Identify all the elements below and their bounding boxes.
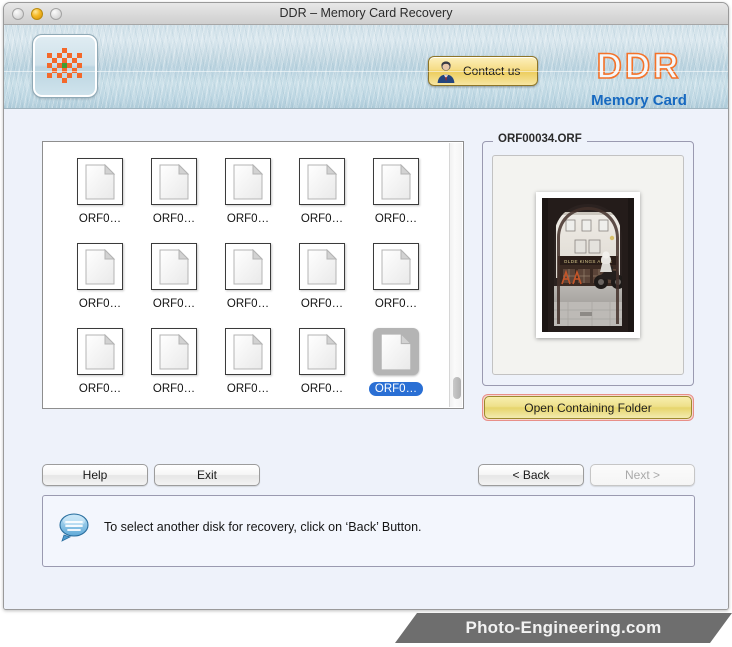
- file-document-icon: [299, 158, 345, 205]
- file-document-icon: [151, 328, 197, 375]
- file-item[interactable]: ORF0…: [211, 328, 285, 408]
- preview-photo: OLDE KINGS ARMS: [542, 198, 634, 332]
- next-button: Next >: [590, 464, 695, 486]
- file-item-selected[interactable]: ORF0…: [359, 328, 433, 408]
- file-item-label: ORF0…: [78, 213, 122, 225]
- file-item-label: ORF0…: [300, 213, 344, 225]
- file-item-label: ORF0…: [226, 213, 270, 225]
- application-window: DDR – Memory Card Recovery Contact us DD…: [3, 2, 729, 610]
- file-item[interactable]: ORF0…: [137, 243, 211, 328]
- file-grid[interactable]: ORF0… ORF0… ORF0… ORF0… ORF0… ORF0… ORF0…: [43, 142, 449, 408]
- brand-subtitle: Memory Card: [591, 92, 687, 109]
- file-item[interactable]: ORF0…: [285, 243, 359, 328]
- file-item-label: ORF0…: [152, 298, 196, 310]
- file-item[interactable]: ORF0…: [211, 158, 285, 243]
- watermark-text: Photo-Engineering.com: [465, 618, 662, 637]
- file-item-label: ORF0…: [152, 213, 196, 225]
- app-root: DDR – Memory Card Recovery Contact us DD…: [0, 0, 732, 647]
- brand-logo: DDR Memory Card: [564, 47, 714, 109]
- file-item[interactable]: ORF0…: [359, 243, 433, 328]
- open-containing-folder-focus-ring: Open Containing Folder: [482, 394, 694, 421]
- file-document-icon: [225, 158, 271, 205]
- file-item[interactable]: ORF0…: [359, 158, 433, 243]
- file-item[interactable]: ORF0…: [137, 328, 211, 408]
- preview-area: OLDE KINGS ARMS: [492, 155, 684, 375]
- file-item[interactable]: ORF0…: [63, 328, 137, 408]
- file-document-icon: [373, 158, 419, 205]
- file-item-label: ORF0…: [78, 383, 122, 395]
- file-item-label: ORF0…: [152, 383, 196, 395]
- speech-bubble-icon: [59, 513, 89, 542]
- preview-group: ORF00034.ORF OLDE KINGS ARMS: [482, 133, 694, 386]
- file-document-icon: [77, 158, 123, 205]
- watermark-banner: Photo-Engineering.com: [395, 613, 732, 643]
- file-document-icon: [373, 243, 419, 290]
- contact-us-label: Contact us: [463, 64, 521, 78]
- open-containing-folder-button[interactable]: Open Containing Folder: [484, 396, 692, 419]
- file-item[interactable]: ORF0…: [137, 158, 211, 243]
- file-list-panel: ORF0… ORF0… ORF0… ORF0… ORF0… ORF0… ORF0…: [42, 141, 464, 409]
- file-item-label: ORF0…: [300, 298, 344, 310]
- status-panel: To select another disk for recovery, cli…: [42, 495, 695, 567]
- file-item[interactable]: ORF0…: [285, 328, 359, 408]
- file-item[interactable]: ORF0…: [285, 158, 359, 243]
- back-button[interactable]: < Back: [478, 464, 584, 486]
- file-list-scrollbar[interactable]: [449, 143, 462, 407]
- file-item-label: ORF0…: [368, 382, 424, 396]
- file-item[interactable]: ORF0…: [63, 243, 137, 328]
- file-item-label: ORF0…: [300, 383, 344, 395]
- file-document-icon: [373, 328, 419, 375]
- file-item-label: ORF0…: [78, 298, 122, 310]
- file-item-label: ORF0…: [226, 383, 270, 395]
- file-document-icon: [151, 158, 197, 205]
- brand-name: DDR: [596, 47, 682, 86]
- file-document-icon: [77, 243, 123, 290]
- contact-us-button[interactable]: Contact us: [428, 56, 538, 86]
- file-document-icon: [77, 328, 123, 375]
- file-item[interactable]: ORF0…: [63, 158, 137, 243]
- app-logo: [32, 34, 98, 98]
- scrollbar-thumb[interactable]: [453, 377, 461, 399]
- person-avatar-icon: [437, 61, 455, 83]
- photo-frame: OLDE KINGS ARMS: [536, 192, 640, 338]
- file-document-icon: [225, 328, 271, 375]
- header-banner: Contact us DDR Memory Card: [4, 25, 728, 109]
- window-titlebar: DDR – Memory Card Recovery: [4, 3, 728, 25]
- exit-button[interactable]: Exit: [154, 464, 260, 486]
- file-document-icon: [299, 243, 345, 290]
- memory-card-pattern-icon: [47, 48, 82, 83]
- file-document-icon: [299, 328, 345, 375]
- file-document-icon: [151, 243, 197, 290]
- file-item-label: ORF0…: [374, 298, 418, 310]
- file-document-icon: [225, 243, 271, 290]
- main-content: ORF0… ORF0… ORF0… ORF0… ORF0… ORF0… ORF0…: [4, 109, 728, 609]
- help-button[interactable]: Help: [42, 464, 148, 486]
- file-item-label: ORF0…: [374, 213, 418, 225]
- file-item-label: ORF0…: [226, 298, 270, 310]
- window-title: DDR – Memory Card Recovery: [279, 6, 453, 20]
- status-message: To select another disk for recovery, cli…: [104, 520, 422, 534]
- file-item[interactable]: ORF0…: [211, 243, 285, 328]
- preview-filename: ORF00034.ORF: [493, 133, 587, 145]
